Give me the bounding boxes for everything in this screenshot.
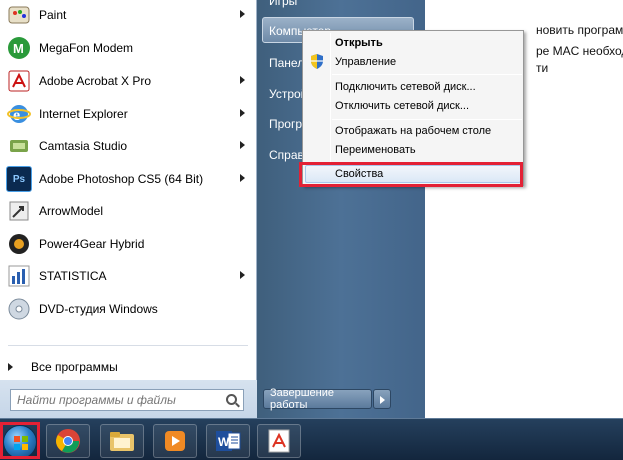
- program-camtasia-studio[interactable]: Camtasia Studio: [3, 131, 253, 161]
- power4gear-icon: [6, 231, 32, 257]
- program-label: Power4Gear Hybrid: [39, 237, 145, 251]
- program-paint[interactable]: Paint: [3, 0, 253, 30]
- internet-explorer-icon: e: [6, 101, 32, 127]
- shutdown-button[interactable]: Завершение работы: [263, 387, 372, 411]
- start-annotation-box: [0, 422, 40, 459]
- menu-item-map-network-drive[interactable]: Подключить сетевой диск...: [335, 81, 476, 93]
- all-programs-label: Все программы: [31, 360, 118, 374]
- menu-separator: [332, 119, 522, 120]
- uac-shield-icon: [311, 54, 323, 69]
- program-label: Internet Explorer: [39, 107, 128, 121]
- program-label: STATISTICA: [39, 269, 107, 283]
- search-input[interactable]: [17, 393, 217, 407]
- submenu-arrow-icon: [240, 109, 245, 117]
- menu-separator: [332, 74, 522, 75]
- media-player-icon: [165, 431, 185, 451]
- program-power4gear[interactable]: Power4Gear Hybrid: [3, 229, 253, 259]
- taskbar-explorer[interactable]: [100, 424, 144, 458]
- menu-item-rename[interactable]: Переименовать: [335, 144, 416, 156]
- acrobat-icon: [6, 68, 32, 94]
- shutdown-options-button[interactable]: [373, 389, 391, 409]
- background-text-line-1: новить программу: [536, 23, 623, 37]
- paint-icon: [6, 2, 32, 28]
- taskbar-chrome[interactable]: [46, 424, 90, 458]
- program-label: ArrowModel: [39, 204, 104, 218]
- program-label: Paint: [39, 8, 67, 22]
- submenu-arrow-icon: [240, 271, 245, 279]
- places-item-games[interactable]: Игры: [269, 0, 297, 8]
- program-megafon-modem[interactable]: M MegaFon Modem: [3, 33, 253, 63]
- submenu-arrow-icon: [240, 10, 245, 18]
- background-text-line-3: ти: [536, 61, 549, 75]
- program-label: Adobe Acrobat X Pro: [39, 74, 152, 88]
- arrow-right-icon: [8, 363, 13, 371]
- properties-annotation-box: [299, 162, 523, 187]
- taskbar-media-player[interactable]: [153, 424, 197, 458]
- search-area: [0, 380, 257, 418]
- camtasia-icon: [6, 133, 32, 159]
- program-label: DVD-студия Windows: [39, 302, 158, 316]
- menu-gutter: [330, 33, 331, 183]
- submenu-arrow-icon: [240, 141, 245, 149]
- program-internet-explorer[interactable]: e Internet Explorer: [3, 99, 253, 129]
- program-adobe-acrobat[interactable]: Adobe Acrobat X Pro: [3, 66, 253, 96]
- submenu-arrow-icon: [240, 76, 245, 84]
- search-icon[interactable]: [226, 394, 237, 405]
- statistica-icon: [6, 263, 32, 289]
- program-statistica[interactable]: STATISTICA: [3, 261, 253, 291]
- taskbar-word[interactable]: W: [206, 424, 250, 458]
- all-programs-button[interactable]: Все программы: [8, 358, 118, 376]
- program-arrowmodel[interactable]: ArrowModel: [3, 196, 253, 226]
- program-label: Camtasia Studio: [39, 139, 128, 153]
- menu-item-open[interactable]: Открыть: [335, 37, 383, 49]
- program-dvd-studio[interactable]: DVD-студия Windows: [3, 294, 253, 324]
- word-letter: W: [218, 435, 230, 449]
- word-icon: W: [216, 431, 241, 451]
- menu-item-manage[interactable]: Управление: [335, 56, 396, 68]
- dvd-studio-icon: [6, 296, 32, 322]
- search-box[interactable]: [10, 389, 244, 411]
- program-adobe-photoshop[interactable]: Ps Adobe Photoshop CS5 (64 Bit): [3, 164, 253, 194]
- program-label: Adobe Photoshop CS5 (64 Bit): [39, 172, 204, 186]
- submenu-arrow-icon: [240, 174, 245, 182]
- menu-item-disconnect-network-drive[interactable]: Отключить сетевой диск...: [335, 100, 469, 112]
- acrobat-icon: [268, 429, 290, 453]
- menu-item-show-on-desktop[interactable]: Отображать на рабочем столе: [335, 125, 491, 137]
- taskbar: [0, 418, 623, 460]
- taskbar-acrobat[interactable]: [257, 424, 301, 458]
- divider: [8, 345, 248, 346]
- svg-text:M: M: [13, 41, 24, 56]
- program-label: MegaFon Modem: [39, 41, 134, 55]
- megafon-icon: M: [6, 35, 32, 61]
- start-menu-programs-pane: Paint M MegaFon Modem Adobe Acrobat X Pr…: [0, 0, 257, 418]
- background-text-line-2: ре MAC необходим: [536, 44, 623, 58]
- explorer-icon: [110, 432, 134, 451]
- photoshop-icon: Ps: [6, 166, 32, 192]
- chrome-icon: [56, 429, 80, 453]
- arrowmodel-icon: [6, 198, 32, 224]
